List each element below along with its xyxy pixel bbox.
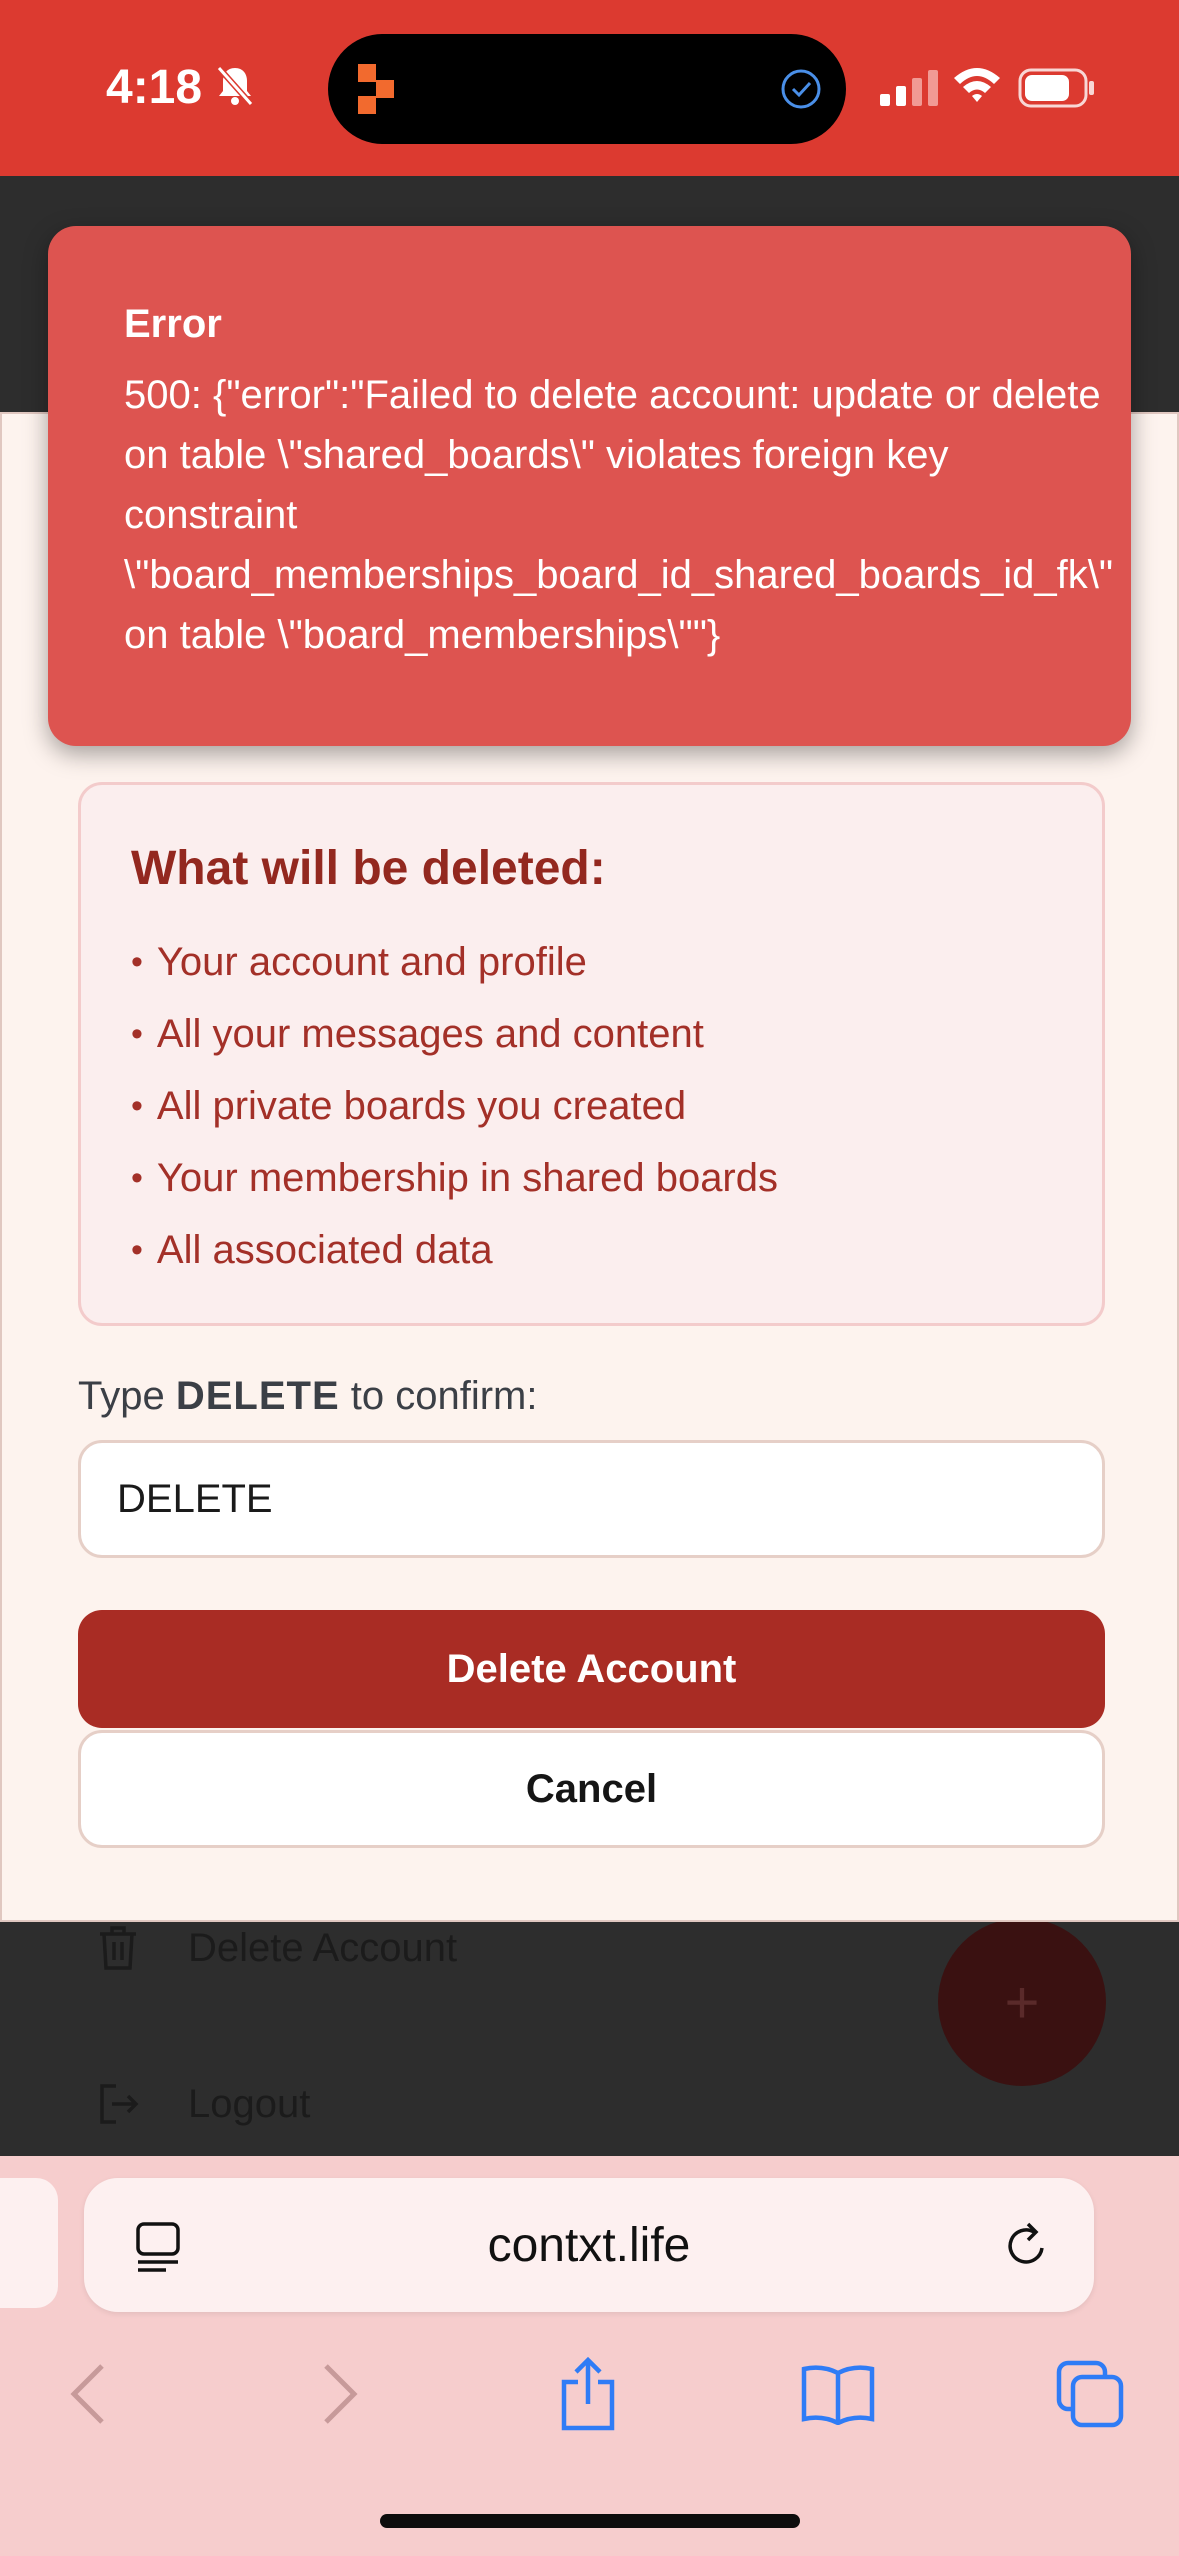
app-indicator-icon <box>358 64 394 114</box>
list-item: All private boards you created <box>131 1070 1052 1142</box>
back-button[interactable] <box>48 2354 128 2434</box>
url-text: contxt.life <box>487 2218 691 2272</box>
list-item: All associated data <box>131 1214 1052 1286</box>
list-item: Your account and profile <box>131 926 1052 998</box>
tabs-button[interactable] <box>1050 2354 1130 2434</box>
battery-icon <box>1018 68 1094 108</box>
share-button[interactable] <box>548 2354 628 2434</box>
logout-icon <box>100 2084 139 2124</box>
tabs-icon <box>1056 2360 1124 2428</box>
add-fab-button[interactable]: + <box>938 1918 1106 2086</box>
list-item: Your membership in shared boards <box>131 1142 1052 1214</box>
deleted-items-list: Your account and profile All your messag… <box>131 926 1052 1286</box>
toast-message-line: constraint <box>124 493 298 537</box>
what-will-be-deleted-box: What will be deleted: Your account and p… <box>78 782 1105 1326</box>
browser-bottom-bar: contxt.life <box>0 2156 1179 2556</box>
toast-message-line: 500: {"error":"Failed to delete account:… <box>124 373 1101 417</box>
address-bar[interactable]: contxt.life <box>84 2178 1094 2312</box>
confirm-keyword: DELETE <box>175 1374 340 1418</box>
bookmarks-button[interactable] <box>798 2354 878 2434</box>
check-circle-icon <box>781 69 821 109</box>
confirm-label: Type DELETE to confirm: <box>78 1374 537 1419</box>
previous-tab-peek[interactable] <box>0 2178 58 2308</box>
cancel-button[interactable]: Cancel <box>78 1730 1105 1848</box>
bookmarks-icon <box>801 2365 875 2425</box>
home-indicator <box>380 2514 800 2528</box>
menu-item-delete-account[interactable]: Delete Account <box>96 1924 457 1972</box>
toast-message-line: \"board_memberships_board_id_shared_boar… <box>124 553 1114 597</box>
signal-icon <box>880 70 938 106</box>
confirm-suffix: to confirm: <box>339 1374 538 1418</box>
toast-title: Error <box>124 302 222 346</box>
status-bar: 4:18 <box>0 0 1179 176</box>
confirm-delete-input[interactable] <box>78 1440 1105 1558</box>
status-time: 4:18 <box>106 61 203 114</box>
toast-message-line: on table \"shared_boards\" violates fore… <box>124 433 949 477</box>
menu-item-logout[interactable]: Logout <box>96 2080 310 2128</box>
back-icon <box>70 2364 104 2424</box>
menu-item-label: Delete Account <box>188 1925 458 1970</box>
wifi-icon <box>954 68 1000 102</box>
menu-item-label: Logout <box>188 2081 311 2126</box>
list-item: All your messages and content <box>131 998 1052 1070</box>
share-icon <box>561 2356 615 2431</box>
confirm-prefix: Type <box>78 1374 176 1418</box>
forward-icon <box>324 2364 358 2424</box>
bell-slash-icon <box>216 66 254 106</box>
trash-icon <box>100 1926 136 1970</box>
forward-button[interactable] <box>300 2354 380 2434</box>
dynamic-island <box>328 34 846 144</box>
delete-account-button[interactable]: Delete Account <box>78 1610 1105 1728</box>
deleted-box-title: What will be deleted: <box>131 842 606 895</box>
reload-icon[interactable] <box>1002 2218 1054 2272</box>
toast-message-line: on table \"board_memberships\""} <box>124 613 721 657</box>
error-toast[interactable]: Error 500: {"error":"Failed to delete ac… <box>48 226 1131 746</box>
